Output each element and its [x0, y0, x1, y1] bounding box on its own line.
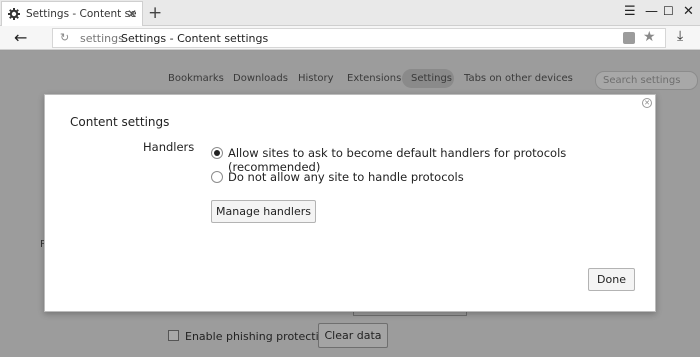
browser-tab[interactable]: Settings - Content settings ✕ — [1, 1, 143, 26]
menu-icon[interactable]: ☰ — [624, 4, 636, 19]
maximize-icon[interactable]: ☐ — [663, 4, 674, 18]
disallow-handlers-label[interactable]: Do not allow any site to handle protocol… — [228, 170, 464, 184]
bookmark-star-icon[interactable]: ★ — [643, 29, 656, 45]
search-settings-input[interactable]: Search settings — [595, 71, 698, 90]
protect-icon[interactable] — [623, 32, 635, 44]
nav-history[interactable]: History — [298, 73, 334, 84]
disallow-handlers-radio[interactable] — [211, 171, 223, 183]
minimize-icon[interactable]: — — [645, 4, 658, 19]
done-button[interactable]: Done — [588, 268, 635, 291]
background-button-fragment — [353, 312, 467, 316]
allow-handlers-radio[interactable] — [211, 147, 223, 159]
dialog-close-icon[interactable]: ✕ — [642, 98, 652, 108]
close-window-icon[interactable]: ✕ — [683, 4, 694, 19]
nav-bookmarks[interactable]: Bookmarks — [168, 73, 224, 84]
nav-settings[interactable]: Settings — [411, 73, 452, 84]
tab-close-icon[interactable]: ✕ — [127, 7, 137, 21]
reload-icon[interactable]: ↻ — [60, 31, 69, 44]
tab-title: Settings - Content settings — [26, 8, 136, 20]
url-host: settings — [80, 32, 124, 45]
new-tab-icon[interactable]: + — [148, 3, 162, 23]
back-arrow-icon[interactable]: ← — [14, 28, 27, 47]
dialog-title: Content settings — [70, 115, 170, 129]
url-page-title: Settings - Content settings — [121, 32, 269, 45]
address-bar: ← ↻ settings Settings - Content settings… — [0, 26, 700, 50]
clear-data-button[interactable]: Clear data — [318, 323, 388, 348]
download-icon[interactable]: ⤓ — [677, 28, 683, 44]
omnibox[interactable]: ↻ settings Settings - Content settings ★ — [52, 28, 666, 48]
manage-handlers-button[interactable]: Manage handlers — [211, 200, 316, 223]
gear-icon — [8, 8, 20, 20]
handlers-section-label: Handlers — [143, 140, 195, 154]
phishing-label: Enable phishing protection — [185, 330, 333, 343]
nav-tabs-other-devices[interactable]: Tabs on other devices — [464, 73, 573, 84]
content-settings-dialog: ✕ Content settings Handlers Allow sites … — [44, 94, 656, 312]
nav-extensions[interactable]: Extensions — [347, 73, 401, 84]
phishing-checkbox[interactable] — [168, 330, 179, 341]
nav-downloads[interactable]: Downloads — [233, 73, 288, 84]
title-bar: Settings - Content settings ✕ + ☰ — ☐ ✕ — [0, 0, 700, 26]
